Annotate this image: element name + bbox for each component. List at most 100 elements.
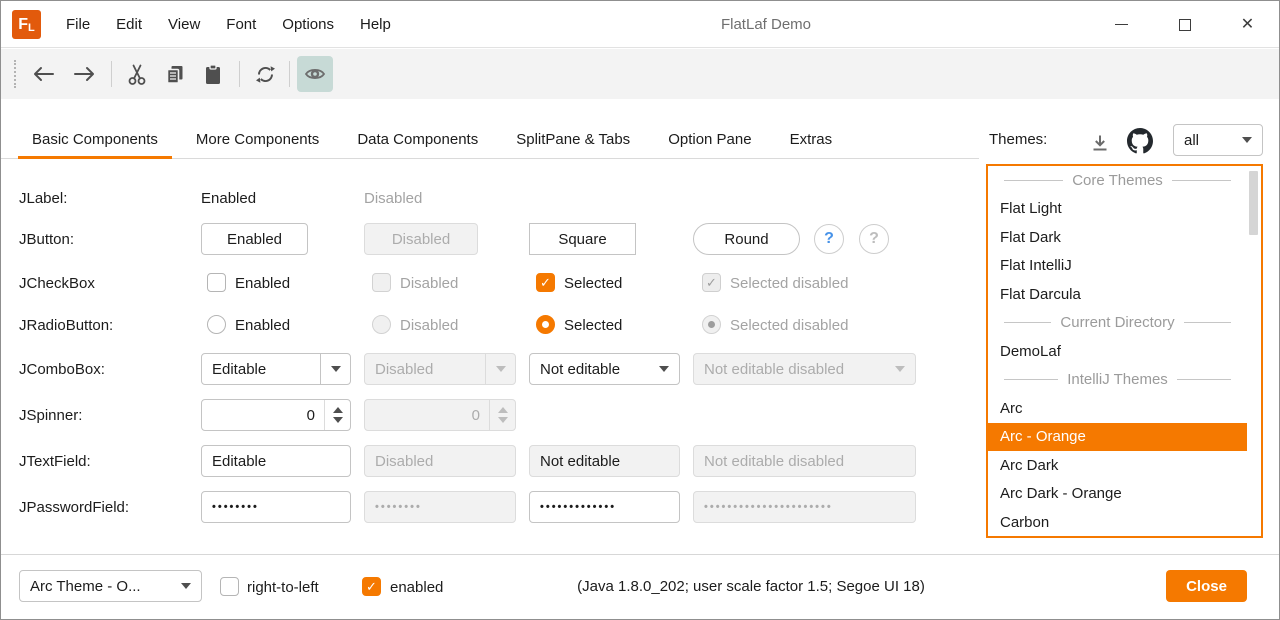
theme-item-flat-dark[interactable]: Flat Dark: [988, 223, 1247, 252]
theme-group-label: Current Directory: [1051, 314, 1183, 331]
enabled-checkbox[interactable]: ✓: [362, 577, 381, 596]
help-button-disabled: ?: [859, 224, 889, 254]
theme-item-flat-intellij[interactable]: Flat IntelliJ: [988, 252, 1247, 281]
theme-item-flat-light[interactable]: Flat Light: [988, 195, 1247, 224]
passwordfield-disabled: ••••••••: [364, 491, 516, 523]
combobox-arrow-button[interactable]: [320, 354, 350, 384]
maximize-button[interactable]: [1153, 1, 1216, 48]
checkbox-enabled[interactable]: [207, 273, 226, 292]
download-theme-button[interactable]: [1086, 129, 1114, 157]
window-controls: ✕: [1090, 1, 1279, 48]
theme-group-label: Core Themes: [1063, 172, 1172, 189]
menu-font[interactable]: Font: [213, 1, 269, 48]
theme-filter-value: all: [1174, 132, 1242, 149]
show-hidden-toggle-button[interactable]: [297, 56, 333, 92]
close-button[interactable]: Close: [1166, 570, 1247, 602]
combobox-arrow-button: [485, 354, 515, 384]
jcombobox-row-label: JComboBox:: [19, 361, 105, 378]
theme-item-arc-dark-orange[interactable]: Arc Dark - Orange: [988, 480, 1247, 509]
help-button[interactable]: ?: [814, 224, 844, 254]
textfield-editable[interactable]: Editable: [201, 445, 351, 477]
toolbar-separator: [239, 61, 240, 87]
theme-item-carbon[interactable]: Carbon: [988, 508, 1247, 537]
eye-icon: [304, 66, 326, 82]
menu-options[interactable]: Options: [269, 1, 347, 48]
enabled-button[interactable]: Enabled: [201, 223, 308, 255]
close-window-button[interactable]: ✕: [1216, 1, 1279, 48]
tab-basic-components[interactable]: Basic Components: [18, 123, 172, 159]
logo-text: F: [18, 16, 28, 34]
theme-item-demolaf[interactable]: DemoLaf: [988, 337, 1247, 366]
jbutton-row-label: JButton:: [19, 231, 74, 248]
jtextfield-row-label: JTextField:: [19, 453, 91, 470]
minimize-button[interactable]: [1090, 1, 1153, 48]
combobox-editable-value[interactable]: Editable: [202, 361, 320, 378]
minimize-icon: [1115, 24, 1128, 25]
cut-button[interactable]: [119, 56, 155, 92]
lookandfeel-combobox[interactable]: Arc Theme - O...: [19, 570, 202, 602]
radio-selected[interactable]: [536, 315, 555, 334]
menu-help[interactable]: Help: [347, 1, 404, 48]
combobox-editable[interactable]: Editable: [201, 353, 351, 385]
right-to-left-label[interactable]: right-to-left: [247, 579, 319, 596]
copy-button[interactable]: [157, 56, 193, 92]
combobox-not-editable-disabled-value: Not editable disabled: [694, 361, 895, 378]
refresh-icon: [255, 64, 276, 85]
checkbox-enabled-label[interactable]: Enabled: [235, 275, 290, 292]
passwordfield-editable[interactable]: ••••••••: [201, 491, 351, 523]
github-link-button[interactable]: [1125, 126, 1155, 156]
jlabel-disabled: Disabled: [364, 190, 422, 207]
spinner-enabled[interactable]: 0: [201, 399, 351, 431]
theme-item-arc-orange-selected[interactable]: Arc - Orange: [988, 423, 1247, 452]
passwordfield-not-editable-disabled: ••••••••••••••••••••••: [693, 491, 916, 523]
tab-splitpane-tabs[interactable]: SplitPane & Tabs: [502, 123, 644, 159]
checkbox-selected-label[interactable]: Selected: [564, 275, 622, 292]
spinner-up-icon[interactable]: [333, 407, 343, 413]
menu-view[interactable]: View: [155, 1, 213, 48]
back-button[interactable]: [25, 56, 61, 92]
menu-bar: File Edit View Font Options Help: [53, 1, 404, 48]
theme-group-separator: IntelliJ Themes: [988, 366, 1247, 395]
refresh-button[interactable]: [247, 56, 283, 92]
scrollbar-thumb[interactable]: [1249, 171, 1258, 235]
theme-group-separator: Core Themes: [988, 166, 1247, 195]
forward-button[interactable]: [67, 56, 103, 92]
theme-item-arc[interactable]: Arc: [988, 394, 1247, 423]
combobox-not-editable[interactable]: Not editable: [529, 353, 680, 385]
radio-selected-label[interactable]: Selected: [564, 317, 622, 334]
tab-more-components[interactable]: More Components: [182, 123, 333, 159]
square-button[interactable]: Square: [529, 223, 636, 255]
paste-button[interactable]: [195, 56, 231, 92]
spinner-buttons[interactable]: [324, 400, 350, 430]
radio-enabled[interactable]: [207, 315, 226, 334]
spinner-value[interactable]: 0: [202, 400, 324, 430]
theme-item-flat-darcula[interactable]: Flat Darcula: [988, 280, 1247, 309]
radio-enabled-label[interactable]: Enabled: [235, 317, 290, 334]
chevron-down-icon: [895, 366, 905, 372]
combobox-disabled: Disabled: [364, 353, 516, 385]
menu-file[interactable]: File: [53, 1, 103, 48]
enabled-checkbox-label[interactable]: enabled: [390, 579, 443, 596]
chevron-down-icon: [659, 366, 669, 372]
round-button[interactable]: Round: [693, 223, 800, 255]
copy-icon: [165, 64, 185, 85]
checkbox-disabled-label: Disabled: [400, 275, 458, 292]
title-bar: FL File Edit View Font Options Help Flat…: [1, 1, 1279, 48]
paste-icon: [204, 64, 222, 85]
tab-bar: Basic Components More Components Data Co…: [18, 123, 856, 159]
tab-extras[interactable]: Extras: [776, 123, 847, 159]
jlabel-enabled: Enabled: [201, 190, 256, 207]
spinner-down-icon[interactable]: [333, 417, 343, 423]
theme-filter-combobox[interactable]: all: [1173, 124, 1263, 156]
radio-selected-disabled-label: Selected disabled: [730, 317, 848, 334]
textfield-not-editable: Not editable: [529, 445, 680, 477]
github-icon: [1127, 128, 1153, 154]
tab-data-components[interactable]: Data Components: [343, 123, 492, 159]
menu-edit[interactable]: Edit: [103, 1, 155, 48]
radio-disabled: [372, 315, 391, 334]
theme-item-arc-dark[interactable]: Arc Dark: [988, 451, 1247, 480]
tab-option-pane[interactable]: Option Pane: [654, 123, 765, 159]
toolbar-drag-grip[interactable]: [14, 60, 16, 88]
right-to-left-checkbox[interactable]: [220, 577, 239, 596]
checkbox-selected[interactable]: ✓: [536, 273, 555, 292]
